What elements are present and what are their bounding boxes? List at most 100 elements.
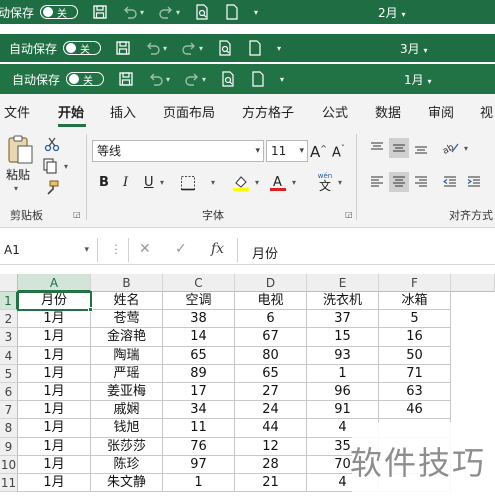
customize-toolbar-icon[interactable]: ▾ xyxy=(254,8,258,17)
bottom-align-icon[interactable] xyxy=(413,140,429,156)
cell-a10[interactable]: 1月 xyxy=(18,455,91,474)
decrease-font-icon[interactable]: Aˇ xyxy=(332,140,345,162)
cell-d2[interactable]: 6 xyxy=(235,310,307,329)
select-all-corner[interactable] xyxy=(0,274,18,292)
align-left-icon[interactable] xyxy=(369,174,385,190)
cell-d3[interactable]: 67 xyxy=(235,328,307,347)
customize-toolbar-icon[interactable]: ▾ xyxy=(277,44,281,53)
cell-a1[interactable]: 月份 xyxy=(18,292,91,311)
tab-view[interactable]: 视 xyxy=(480,102,493,121)
paste-dropdown-icon[interactable]: ▾ xyxy=(14,184,18,193)
row-header-10[interactable]: 10 xyxy=(0,455,18,474)
tab-formulas[interactable]: 公式 xyxy=(322,102,348,121)
formula-bar-handle-icon[interactable]: ⋮ xyxy=(110,242,122,256)
undo-dropdown-icon[interactable]: ▾ xyxy=(163,44,167,53)
cell-b6[interactable]: 姜亚梅 xyxy=(91,383,163,402)
save-icon[interactable] xyxy=(92,4,108,20)
phonetic-guide-icon[interactable]: wén 文 xyxy=(314,172,336,194)
column-header-a[interactable]: A xyxy=(18,274,91,292)
undo-dropdown-icon[interactable]: ▾ xyxy=(140,8,144,17)
cell-d11[interactable]: 21 xyxy=(235,474,307,493)
name-box[interactable]: A1 ▾ xyxy=(0,238,98,262)
phonetic-dropdown-icon[interactable]: ▾ xyxy=(338,178,342,187)
cell-b1[interactable]: 姓名 xyxy=(91,292,163,311)
tab-file[interactable]: 文件 xyxy=(4,102,30,121)
cell-f5[interactable]: 71 xyxy=(379,364,451,383)
cell-d4[interactable]: 80 xyxy=(235,346,307,365)
row-header-9[interactable]: 9 xyxy=(0,437,18,456)
font-size-select[interactable]: 11 ▾ xyxy=(266,140,308,162)
redo-icon[interactable] xyxy=(158,4,174,20)
cell-d6[interactable]: 27 xyxy=(235,383,307,402)
cell-f4[interactable]: 50 xyxy=(379,346,451,365)
clipboard-launcher-icon[interactable]: ◲ xyxy=(73,210,81,219)
cell-b9[interactable]: 张莎莎 xyxy=(91,437,163,456)
cell-c1[interactable]: 空调 xyxy=(163,292,235,311)
fill-color-dropdown-icon[interactable]: ▾ xyxy=(255,178,259,187)
borders-icon[interactable] xyxy=(180,175,196,191)
row-header-3[interactable]: 3 xyxy=(0,328,18,347)
increase-indent-icon[interactable] xyxy=(466,174,482,190)
row-header-7[interactable]: 7 xyxy=(0,401,18,420)
autosave-toggle[interactable]: 关 xyxy=(66,72,105,87)
cell-a7[interactable]: 1月 xyxy=(18,401,91,420)
redo-icon[interactable] xyxy=(181,40,197,56)
paste-icon[interactable] xyxy=(6,134,36,166)
row-header-1[interactable]: 1 xyxy=(0,292,18,311)
redo-dropdown-icon[interactable]: ▾ xyxy=(202,75,206,84)
redo-dropdown-icon[interactable]: ▾ xyxy=(199,44,203,53)
cell-b4[interactable]: 陶瑞 xyxy=(91,346,163,365)
format-painter-icon[interactable] xyxy=(44,180,60,196)
cell-e2[interactable]: 37 xyxy=(307,310,379,329)
column-header-e[interactable]: E xyxy=(307,274,379,292)
column-header-d[interactable]: D xyxy=(235,274,307,292)
column-header-f[interactable]: F xyxy=(379,274,451,292)
top-align-icon[interactable] xyxy=(369,140,385,156)
row-header-8[interactable]: 8 xyxy=(0,419,18,438)
cell-d7[interactable]: 24 xyxy=(235,401,307,420)
cell-a6[interactable]: 1月 xyxy=(18,383,91,402)
cell-c4[interactable]: 65 xyxy=(163,346,235,365)
cell-e7[interactable]: 91 xyxy=(307,401,379,420)
cell-e3[interactable]: 15 xyxy=(307,328,379,347)
new-file-icon[interactable] xyxy=(247,40,263,56)
cell-f3[interactable]: 16 xyxy=(379,328,451,347)
cell-b8[interactable]: 钱旭 xyxy=(91,419,163,438)
new-file-icon[interactable] xyxy=(250,71,266,87)
tab-insert[interactable]: 插入 xyxy=(110,102,136,121)
column-header-b[interactable]: B xyxy=(91,274,163,292)
align-right-icon[interactable] xyxy=(413,174,429,190)
undo-icon[interactable] xyxy=(148,71,164,87)
italic-button[interactable]: I xyxy=(123,174,128,192)
cell-c3[interactable]: 14 xyxy=(163,328,235,347)
cell-d10[interactable]: 28 xyxy=(235,455,307,474)
copy-icon[interactable] xyxy=(42,158,62,174)
orientation-icon[interactable]: ab xyxy=(441,140,460,157)
decrease-indent-icon[interactable] xyxy=(442,174,458,190)
cell-a8[interactable]: 1月 xyxy=(18,419,91,438)
fill-handle[interactable] xyxy=(88,307,93,313)
tab-fangfang-gezi[interactable]: 方方格子 xyxy=(242,102,294,121)
enter-icon[interactable]: ✓ xyxy=(175,241,187,257)
insert-function-icon[interactable]: fx xyxy=(211,241,224,257)
cell-b2[interactable]: 苍莺 xyxy=(91,310,163,329)
orientation-dropdown-icon[interactable]: ▾ xyxy=(464,144,468,153)
autosave-toggle[interactable]: 关 xyxy=(63,41,102,56)
row-header-2[interactable]: 2 xyxy=(0,310,18,329)
tab-data[interactable]: 数据 xyxy=(375,102,401,121)
cell-f2[interactable]: 5 xyxy=(379,310,451,329)
cell-c5[interactable]: 89 xyxy=(163,364,235,383)
autosave-toggle[interactable]: 关 xyxy=(40,5,79,20)
new-file-icon[interactable] xyxy=(224,4,240,20)
row-header-4[interactable]: 4 xyxy=(0,346,18,365)
cell-c10[interactable]: 97 xyxy=(163,455,235,474)
row-header-5[interactable]: 5 xyxy=(0,364,18,383)
save-icon[interactable] xyxy=(118,71,134,87)
undo-dropdown-icon[interactable]: ▾ xyxy=(166,75,170,84)
tab-review[interactable]: 审阅 xyxy=(428,102,454,121)
print-preview-icon[interactable] xyxy=(194,4,210,20)
cell-b11[interactable]: 朱文静 xyxy=(91,474,163,493)
cell-b3[interactable]: 金溶艳 xyxy=(91,328,163,347)
tab-home[interactable]: 开始 xyxy=(58,102,84,121)
align-center-icon[interactable] xyxy=(391,174,407,190)
